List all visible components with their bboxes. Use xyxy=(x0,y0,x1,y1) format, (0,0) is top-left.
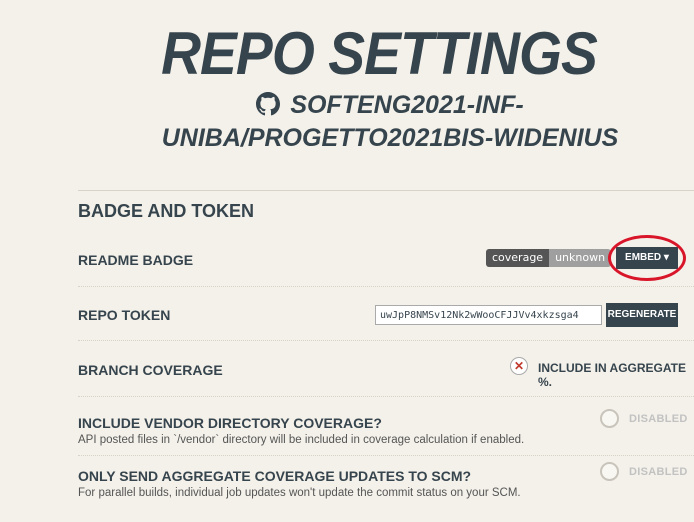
repo-token-label: REPO TOKEN xyxy=(78,307,171,323)
repo-heading: SOFTENG2021-INF-UNIBA/PROGETTO2021BIS-WI… xyxy=(100,90,680,153)
badge-token-section: BADGE AND TOKEN README BADGE coverage un… xyxy=(78,190,694,499)
include-aggregate-label: INCLUDE IN AGGREGATE %. xyxy=(538,361,687,389)
github-icon xyxy=(256,92,281,123)
aggregate-only-toggle[interactable] xyxy=(600,462,619,481)
divider xyxy=(78,455,694,456)
repo-token-field[interactable] xyxy=(375,305,602,325)
section-title: BADGE AND TOKEN xyxy=(78,201,255,221)
regenerate-button[interactable]: REGENERATE xyxy=(606,303,678,327)
readme-badge-label: README BADGE xyxy=(78,252,194,268)
divider xyxy=(78,340,694,341)
close-icon[interactable]: ✕ xyxy=(510,357,528,375)
badge-status: unknown xyxy=(549,249,612,267)
badge-subject: coverage xyxy=(486,249,550,267)
repo-name: SOFTENG2021-INF-UNIBA/PROGETTO2021BIS-WI… xyxy=(161,91,619,152)
vendor-coverage-label: INCLUDE VENDOR DIRECTORY COVERAGE? xyxy=(78,415,382,431)
divider xyxy=(78,286,694,287)
divider xyxy=(78,396,694,397)
highlight-annotation xyxy=(608,235,686,281)
aggregate-only-state: DISABLED xyxy=(629,466,688,478)
branch-coverage-label: BRANCH COVERAGE xyxy=(78,362,223,378)
aggregate-only-label: ONLY SEND AGGREGATE COVERAGE UPDATES TO … xyxy=(78,468,472,484)
aggregate-only-description: For parallel builds, individual job upda… xyxy=(78,487,521,499)
vendor-coverage-description: API posted files in `/vendor` directory … xyxy=(78,434,525,446)
coverage-badge: coverage unknown xyxy=(486,249,612,267)
vendor-coverage-state: DISABLED xyxy=(629,413,688,425)
vendor-coverage-toggle[interactable] xyxy=(600,409,619,428)
page-title: REPO SETTINGS xyxy=(161,20,598,87)
